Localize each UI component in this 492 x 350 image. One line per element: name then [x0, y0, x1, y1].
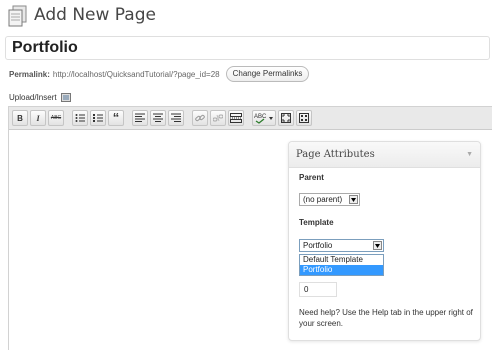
- page-attributes-header[interactable]: Page Attributes ▼: [289, 142, 480, 168]
- template-dropdown-list: Default Template Portfolio: [299, 254, 384, 276]
- upload-insert: Upload/Insert: [9, 93, 71, 102]
- insert-more-button[interactable]: [228, 110, 244, 126]
- change-permalinks-button[interactable]: Change Permalinks: [225, 66, 310, 82]
- link-icon: [195, 114, 205, 122]
- align-center-icon: [153, 113, 163, 122]
- bullet-list-icon: [75, 114, 85, 122]
- bullet-list-button[interactable]: [72, 110, 88, 126]
- page-attributes-box: Page Attributes ▼ Parent (no parent) Tem…: [288, 141, 481, 341]
- template-select-value: Portfolio: [303, 241, 333, 250]
- page-attributes-title: Page Attributes: [296, 149, 375, 160]
- chevron-down-icon: [349, 195, 358, 204]
- permalink-label: Permalink:: [9, 69, 50, 79]
- collapse-arrow-icon[interactable]: ▼: [466, 151, 473, 158]
- parent-label: Parent: [299, 173, 324, 182]
- numbered-list-icon: [93, 114, 103, 122]
- kitchen-sink-icon: [299, 113, 309, 123]
- menu-order-input[interactable]: 0: [299, 282, 337, 297]
- align-left-button[interactable]: [132, 110, 148, 126]
- align-right-icon: [171, 113, 181, 122]
- page-icon: [8, 5, 27, 27]
- template-select[interactable]: Portfolio: [299, 239, 384, 252]
- align-center-button[interactable]: [150, 110, 166, 126]
- bold-button[interactable]: B: [12, 110, 28, 126]
- spellcheck-button[interactable]: ABC: [252, 110, 276, 126]
- svg-text:ABC: ABC: [254, 114, 267, 120]
- template-option-portfolio[interactable]: Portfolio: [300, 265, 383, 275]
- numbered-list-button[interactable]: [90, 110, 106, 126]
- template-label: Template: [299, 218, 334, 227]
- template-option-default[interactable]: Default Template: [300, 255, 383, 265]
- permalink-url: http://localhost/QuicksandTutorial/?page…: [52, 69, 220, 79]
- title-input[interactable]: Portfolio: [5, 36, 490, 60]
- align-left-icon: [135, 113, 145, 122]
- help-text: Need help? Use the Help tab in the upper…: [299, 308, 473, 328]
- kitchen-sink-button[interactable]: [296, 110, 312, 126]
- strikethrough-button[interactable]: ABC: [48, 110, 64, 126]
- unlink-icon: [213, 114, 223, 122]
- fullscreen-button[interactable]: [278, 110, 294, 126]
- parent-select[interactable]: (no parent): [299, 193, 360, 206]
- upload-insert-label: Upload/Insert: [9, 93, 57, 102]
- chevron-down-icon: [373, 241, 382, 250]
- permalink-row: Permalink: http://localhost/QuicksandTut…: [9, 66, 310, 82]
- unlink-button[interactable]: [210, 110, 226, 126]
- editor-toolbar: B I ABC “ ABC: [9, 107, 492, 130]
- align-right-button[interactable]: [168, 110, 184, 126]
- fullscreen-icon: [281, 113, 291, 123]
- spellcheck-icon: ABC: [254, 114, 273, 124]
- page-title: Add New Page: [34, 5, 156, 25]
- link-button[interactable]: [192, 110, 208, 126]
- add-media-icon[interactable]: [60, 93, 71, 102]
- insert-more-icon: [230, 113, 242, 123]
- parent-select-value: (no parent): [303, 195, 343, 204]
- italic-button[interactable]: I: [30, 110, 46, 126]
- blockquote-button[interactable]: “: [108, 110, 124, 126]
